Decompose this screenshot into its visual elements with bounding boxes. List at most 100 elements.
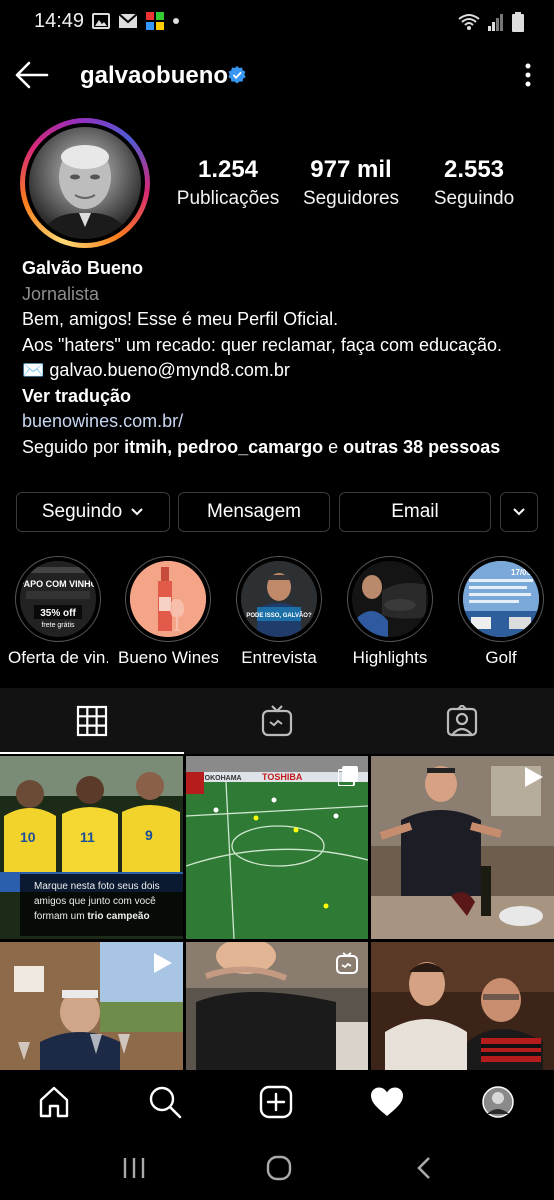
post-winery-video[interactable] [0,942,183,1070]
email-button-label: Email [391,501,439,522]
highlight-highlights-label: Highlights [352,648,428,667]
message-button[interactable]: Mensagem [178,492,330,532]
highlight-highlights-cover [352,561,428,637]
nav-new-post[interactable] [256,1082,296,1122]
wifi-icon [458,14,480,30]
stat-posts-value: 1.254 [197,156,259,183]
profile-bio: Galvão Bueno Jornalista Bem, amigos! Ess… [22,256,542,460]
highlight-oferta[interactable]: PAPO COM VINHO 35% off frete grátis Ofer… [8,556,108,668]
jersey-number-3: 9 [145,827,153,843]
home-icon [39,1086,69,1118]
status-time: 14:49 [34,10,85,32]
tab-tagged[interactable] [370,688,554,754]
svg-text:formam um trio campeão: formam um trio campeão [34,911,150,922]
gmail-icon [118,13,138,28]
jersey-number-2: 11 [80,829,95,845]
following-button-label: Seguindo [41,501,123,522]
profile-avatar[interactable] [20,118,150,248]
highlight-bueno-wines[interactable]: Bueno Wines [118,556,218,668]
profile-category: Jornalista [22,283,100,304]
following-button[interactable]: Seguindo [16,492,170,532]
profile-header: galvaobueno [0,44,554,108]
nav-home[interactable] [34,1082,74,1122]
home-circle-icon [266,1155,292,1181]
nav-activity[interactable] [367,1082,407,1122]
chevron-down-icon [131,508,143,516]
video-play-icon [154,953,172,973]
post-trio-caption-c: formam um [34,911,87,922]
highlight-golf[interactable]: 17/05 Golf [451,556,551,668]
post-football-match[interactable]: YOKOHAMA TOSHIBA [186,756,368,939]
post-trio-caption-bold: trio campeão [87,911,149,922]
followed-by-prefix: Seguido por [22,436,125,457]
highlight-oferta-offer: 35% off [40,608,76,619]
stat-followers[interactable]: 977 mil Seguidores [296,156,406,210]
website-link[interactable]: buenowines.com.br/ [22,409,542,435]
highlight-golf-date: 17/05 [511,568,532,577]
chevron-down-icon [513,508,525,516]
carousel-icon [338,766,358,786]
followed-by-mid: e [323,436,344,457]
jersey-number-1: 10 [20,829,36,845]
suggested-accounts-button[interactable] [500,492,538,532]
highlight-bueno-wines-cover [130,561,206,637]
more-vertical-icon [525,63,531,87]
profile-avatar-icon [482,1086,514,1118]
nav-profile[interactable] [478,1082,518,1122]
highlight-oferta-title: PAPO COM VINHO [20,579,96,589]
highlight-bueno-wines-label: Bueno Wines [118,648,218,667]
home-system-button[interactable] [259,1150,299,1186]
envelope-icon: ✉️ [22,360,45,380]
more-options-button[interactable] [516,60,540,90]
status-bar: 14:49 [0,0,554,44]
stat-followers-value: 977 mil [310,156,392,183]
bio-line-1: Bem, amigos! Esse é meu Perfil Oficial. [22,309,339,329]
highlight-oferta-sub: frete grátis [41,622,75,629]
bio-line-3: ✉️ galvao.bueno@mynd8.com.br [22,358,542,384]
post-igtv-video[interactable] [186,942,368,1070]
stat-following-value: 2.553 [443,156,505,183]
grid-icon [76,705,108,737]
recent-apps-button[interactable] [114,1150,154,1186]
post-trio-campeao[interactable]: 10 11 9 Marque nesta foto seus dois amig… [0,756,183,939]
back-system-button[interactable] [404,1150,444,1186]
highlight-entrevista-label: Entrevista [241,648,317,667]
highlight-oferta-label: Oferta de vin... [8,648,108,667]
post-cooking-video[interactable] [371,756,554,939]
tab-igtv[interactable] [185,688,369,754]
followed-by[interactable]: Seguido por itmih, pedroo_camargo e outr… [22,435,542,461]
highlight-entrevista-cover: PODE ISSO, GALVÃO? [241,561,317,637]
arrow-left-icon [15,61,49,89]
ad-board-yokohama: YOKOHAMA [200,775,242,782]
search-icon [149,1086,182,1119]
profile-username: galvaobueno [80,62,229,89]
highlight-golf-label: Golf [485,648,517,667]
back-button[interactable] [14,58,50,92]
tagged-user-icon [446,705,478,737]
bio-line-2: Aos "haters" um recado: quer reclamar, f… [22,334,503,355]
chevron-left-icon [417,1157,430,1179]
highlight-entrevista[interactable]: PODE ISSO, GALVÃO? Entrevista [229,556,329,668]
add-post-icon [259,1085,293,1119]
system-icons [458,12,524,32]
stat-posts[interactable]: 1.254 Publicações [168,156,288,210]
tab-grid[interactable] [0,688,184,754]
stat-following[interactable]: 2.553 Seguindo [420,156,528,210]
post-kaka-photo[interactable] [371,942,554,1070]
post-trio-caption-b: amigos que junto com você [34,896,156,907]
heart-icon [371,1087,403,1116]
highlight-golf-cover: 17/05 [463,561,539,637]
signal-icon [488,14,503,31]
stat-following-label: Seguindo [433,188,515,209]
igtv-icon [261,705,293,737]
see-translation-link[interactable]: Ver tradução [22,384,542,410]
app-icon [146,12,164,30]
email-button[interactable]: Email [339,492,491,532]
gallery-icon [92,13,110,29]
recent-apps-icon [123,1158,145,1178]
video-play-icon [525,767,543,787]
highlight-highlights[interactable]: Highlights [340,556,440,668]
stat-followers-label: Seguidores [302,188,400,209]
nav-search[interactable] [145,1082,185,1122]
message-button-label: Mensagem [207,501,301,522]
